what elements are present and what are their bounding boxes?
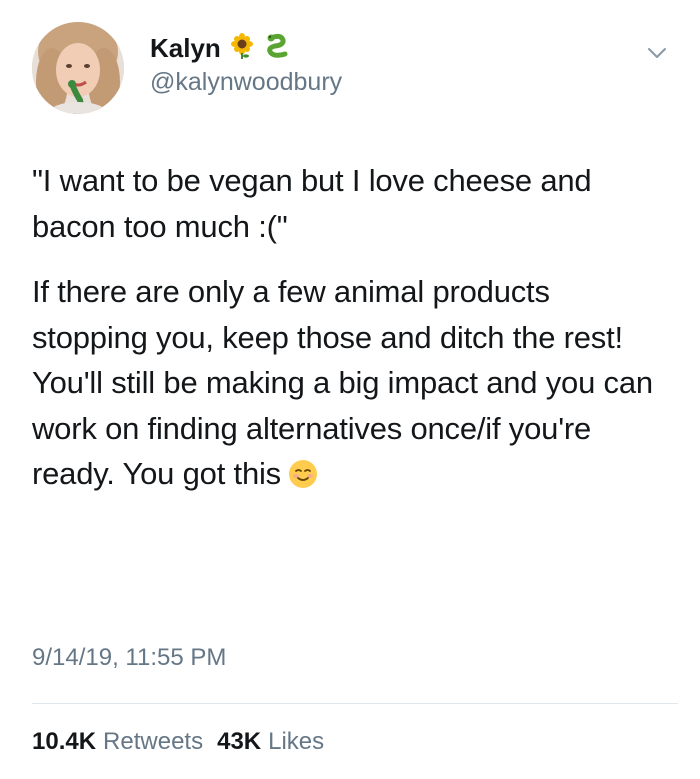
retweets-label: Retweets bbox=[103, 728, 204, 755]
tweet-timestamp[interactable]: 9/14/19, 11:55 PM bbox=[32, 644, 226, 672]
snake-icon bbox=[263, 32, 291, 65]
tweet-text: "I want to be vegan but I love cheese an… bbox=[32, 158, 672, 503]
smiling-face-icon bbox=[287, 457, 319, 503]
tweet-card: Kalyn @kalynwoodbury "I want to be vegan… bbox=[0, 0, 700, 779]
retweets-count: 10.4K bbox=[32, 728, 97, 755]
tweet-paragraph-body-text: If there are only a few animal products … bbox=[32, 274, 653, 491]
chevron-down-icon[interactable] bbox=[642, 38, 672, 68]
avatar[interactable] bbox=[32, 22, 124, 114]
likes-count: 43K bbox=[217, 728, 262, 755]
tweet-paragraph-body: If there are only a few animal products … bbox=[32, 269, 672, 503]
divider bbox=[32, 703, 678, 704]
display-name[interactable]: Kalyn bbox=[150, 33, 221, 64]
sunflower-icon bbox=[229, 32, 255, 64]
author-handle[interactable]: @kalynwoodbury bbox=[150, 68, 342, 97]
likes-stat[interactable]: 43K Likes bbox=[217, 728, 324, 756]
author-names: Kalyn @kalynwoodbury bbox=[150, 32, 342, 97]
likes-label: Likes bbox=[268, 728, 325, 755]
display-name-row: Kalyn bbox=[150, 32, 342, 64]
tweet-header: Kalyn @kalynwoodbury bbox=[32, 18, 672, 118]
retweets-stat[interactable]: 10.4K Retweets bbox=[32, 728, 203, 756]
tweet-paragraph-quote: "I want to be vegan but I love cheese an… bbox=[32, 163, 592, 244]
tweet-stats: 10.4K Retweets 43K Likes bbox=[32, 728, 324, 756]
